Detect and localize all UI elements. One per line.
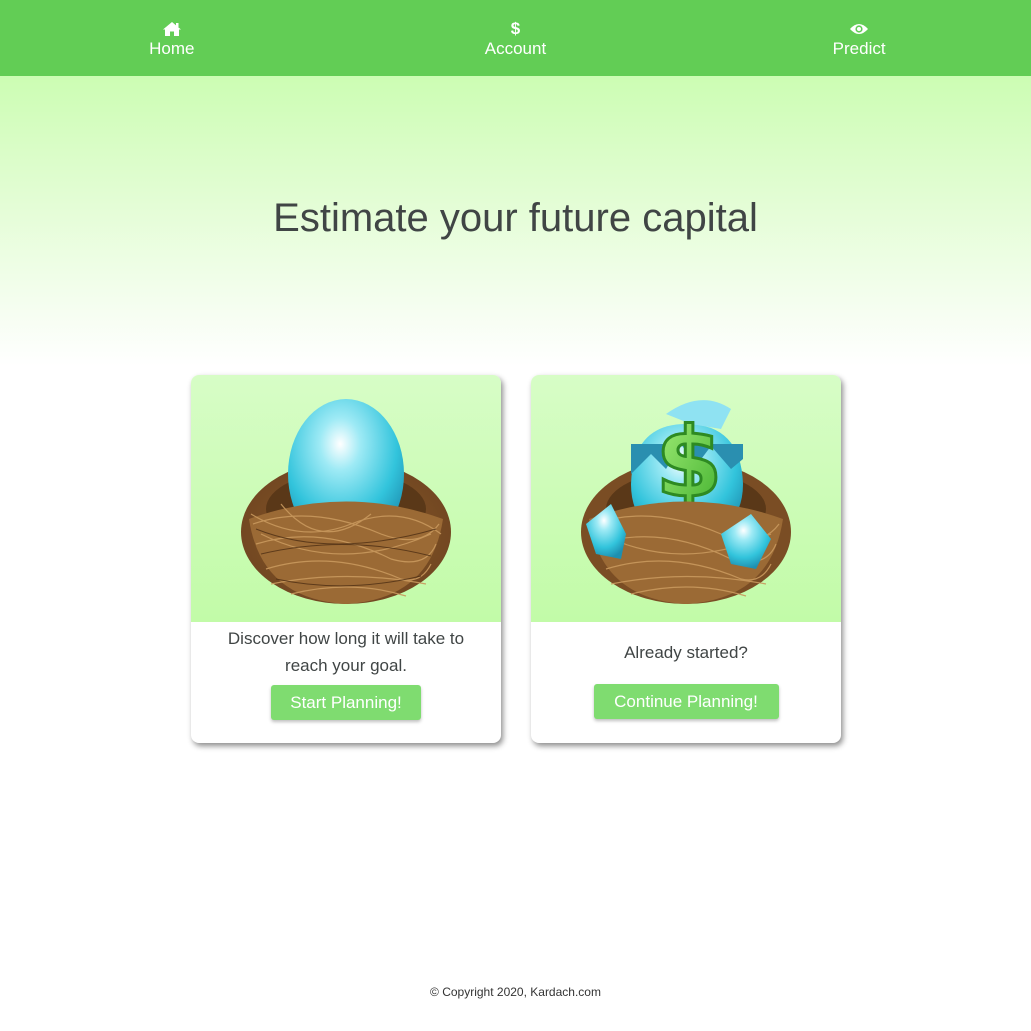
top-navbar: Home $ Account Predict: [0, 0, 1031, 76]
eye-icon: [849, 20, 869, 38]
nav-account-label: Account: [484, 38, 547, 58]
nav-home-label: Home: [149, 38, 195, 58]
nest-egg-image: [191, 375, 501, 622]
continue-planning-card: $ Already started? Continue Planning!: [531, 375, 841, 743]
start-planning-button[interactable]: Start Planning!: [271, 685, 421, 720]
nav-predict-label: Predict: [832, 38, 886, 58]
start-planning-card: Discover how long it will take to reach …: [191, 375, 501, 743]
hero-banner: Estimate your future capital: [0, 76, 1031, 366]
nav-home[interactable]: Home: [72, 18, 272, 59]
footer-copyright: © Copyright 2020, Kardach.com: [430, 985, 601, 999]
card-description: Discover how long it will take to reach …: [227, 629, 465, 675]
hatching-dollar-egg-image: $: [531, 375, 841, 622]
card-description: Already started?: [624, 643, 748, 662]
continue-planning-button[interactable]: Continue Planning!: [593, 684, 779, 719]
nav-account[interactable]: $ Account: [415, 18, 615, 59]
nav-predict[interactable]: Predict: [759, 18, 959, 59]
dollar-icon: $: [510, 18, 521, 38]
page-title: Estimate your future capital: [273, 196, 758, 240]
home-icon: [162, 20, 182, 38]
